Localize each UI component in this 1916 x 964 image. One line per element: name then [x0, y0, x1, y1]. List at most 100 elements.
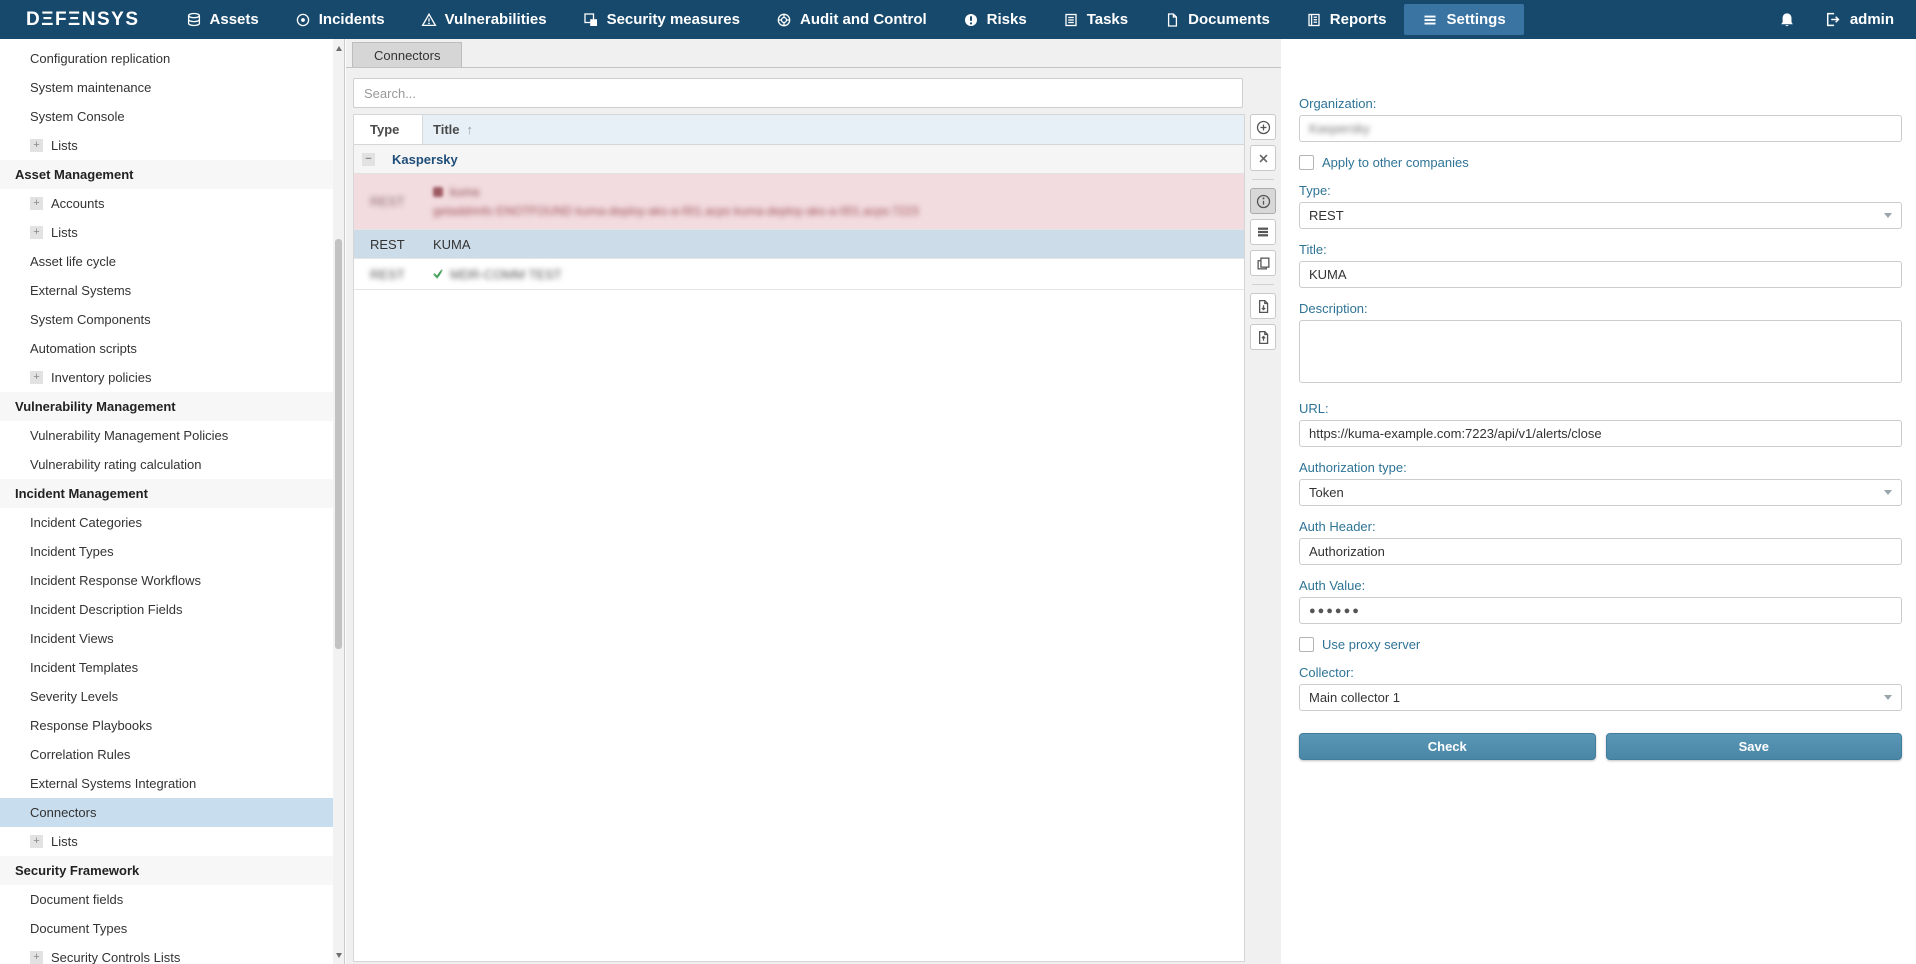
copy-button[interactable]: [1250, 250, 1276, 276]
nav-item-incidents[interactable]: Incidents: [277, 4, 403, 35]
sidebar-item-security-framework: Security Framework: [0, 856, 333, 885]
type-select[interactable]: REST: [1299, 202, 1902, 229]
nav-item-security-measures[interactable]: Security measures: [565, 4, 758, 35]
sidebar-item-label: Incident Views: [30, 631, 114, 646]
add-button[interactable]: [1250, 114, 1276, 140]
auth-value-input[interactable]: [1299, 597, 1902, 624]
sidebar-item-asset-life-cycle[interactable]: Asset life cycle: [0, 247, 333, 276]
sidebar-item-system-console[interactable]: System Console: [0, 102, 333, 131]
collector-select[interactable]: Main collector 1: [1299, 684, 1902, 711]
form-buttons: Check Save: [1299, 733, 1902, 760]
column-header-title[interactable]: Title ↑: [423, 115, 1244, 144]
sidebar-item-incident-description-fields[interactable]: Incident Description Fields: [0, 595, 333, 624]
sidebar-item-lists[interactable]: +Lists: [0, 827, 333, 856]
scrollbar-thumb[interactable]: [335, 239, 342, 649]
use-proxy-label: Use proxy server: [1322, 637, 1420, 652]
expand-plus-icon[interactable]: +: [30, 371, 43, 384]
sidebar-item-connectors[interactable]: Connectors: [0, 798, 333, 827]
sidebar-item-configuration-replication[interactable]: Configuration replication: [0, 44, 333, 73]
nav-item-risks[interactable]: Risks: [945, 4, 1045, 35]
sidebar-item-external-systems-integration[interactable]: External Systems Integration: [0, 769, 333, 798]
scroll-up-icon[interactable]: [333, 41, 344, 55]
connector-row-kuma[interactable]: RESTkumagetaddrinfo ENOTFOUND kuma-deplo…: [354, 174, 1244, 230]
expand-plus-icon[interactable]: +: [30, 951, 43, 964]
sidebar-item-label: Accounts: [51, 196, 104, 211]
description-label: Description:: [1299, 301, 1902, 316]
notifications-bell-icon[interactable]: [1778, 11, 1796, 29]
page-download-icon: [1256, 299, 1271, 314]
checkbox-icon[interactable]: [1299, 155, 1314, 170]
sidebar-item-document-fields[interactable]: Document fields: [0, 885, 333, 914]
sidebar-item-inventory-policies[interactable]: +Inventory policies: [0, 363, 333, 392]
sidebar-item-incident-templates[interactable]: Incident Templates: [0, 653, 333, 682]
expand-plus-icon[interactable]: +: [30, 835, 43, 848]
connector-row-kuma[interactable]: RESTKUMA: [354, 230, 1244, 259]
sidebar-item-security-controls-lists[interactable]: +Security Controls Lists: [0, 943, 333, 964]
auth-header-input[interactable]: [1299, 538, 1902, 565]
scroll-down-icon[interactable]: [333, 948, 344, 962]
group-label: Kaspersky: [392, 152, 458, 167]
sidebar-item-system-maintenance[interactable]: System maintenance: [0, 73, 333, 102]
sidebar-item-label: Asset Management: [15, 167, 133, 182]
check-button[interactable]: Check: [1299, 733, 1596, 760]
nav-item-assets[interactable]: Assets: [168, 4, 277, 35]
chevron-down-icon: [1884, 490, 1892, 495]
nav-item-documents[interactable]: Documents: [1146, 4, 1288, 35]
error-status-icon: [433, 187, 443, 197]
organization-field[interactable]: Kaspersky: [1299, 115, 1902, 142]
sidebar-item-incident-views[interactable]: Incident Views: [0, 624, 333, 653]
connector-row-mdr-comm-test[interactable]: RESTMDR-COMM TEST: [354, 259, 1244, 290]
description-textarea[interactable]: [1299, 320, 1902, 383]
authorization-type-select[interactable]: Token: [1299, 479, 1902, 506]
defensys-logo[interactable]: DΞFΞNSYS: [26, 9, 140, 31]
sidebar-item-incident-types[interactable]: Incident Types: [0, 537, 333, 566]
column-header-type[interactable]: Type: [354, 115, 423, 144]
sidebar-item-lists[interactable]: +Lists: [0, 218, 333, 247]
nav-item-label: Assets: [210, 11, 259, 28]
checkbox-icon[interactable]: [1299, 637, 1314, 652]
sidebar-item-incident-response-workflows[interactable]: Incident Response Workflows: [0, 566, 333, 595]
nav-item-settings[interactable]: Settings: [1404, 4, 1523, 35]
sidebar-item-document-types[interactable]: Document Types: [0, 914, 333, 943]
list-button[interactable]: [1250, 219, 1276, 245]
sidebar-item-incident-categories[interactable]: Incident Categories: [0, 508, 333, 537]
sidebar-item-external-systems[interactable]: External Systems: [0, 276, 333, 305]
url-input[interactable]: [1299, 420, 1902, 447]
sidebar-item-vulnerability-management-policies[interactable]: Vulnerability Management Policies: [0, 421, 333, 450]
delete-button[interactable]: [1250, 145, 1276, 171]
expand-plus-icon[interactable]: +: [30, 139, 43, 152]
sidebar-item-label: Lists: [51, 138, 78, 153]
sidebar-item-accounts[interactable]: + Accounts: [0, 189, 333, 218]
search-input[interactable]: [353, 78, 1243, 108]
sidebar-item-response-playbooks[interactable]: Response Playbooks: [0, 711, 333, 740]
use-proxy-server-checkbox[interactable]: Use proxy server: [1299, 637, 1902, 652]
sidebar-scrollbar[interactable]: [333, 39, 344, 964]
group-row-kaspersky[interactable]: − Kaspersky: [354, 145, 1244, 174]
title-input[interactable]: [1299, 261, 1902, 288]
page-upload-icon: [1256, 330, 1271, 345]
expand-plus-icon[interactable]: +: [30, 197, 43, 210]
sidebar-item-severity-levels[interactable]: Severity Levels: [0, 682, 333, 711]
settings-tree: Configuration replicationSystem maintena…: [0, 39, 333, 964]
sidebar-item-lists[interactable]: + Lists: [0, 131, 333, 160]
assets-icon: [186, 12, 202, 28]
sidebar-item-system-components[interactable]: System Components: [0, 305, 333, 334]
nav-item-vulnerabilities[interactable]: Vulnerabilities: [403, 4, 565, 35]
expand-plus-icon[interactable]: +: [30, 226, 43, 239]
nav-item-reports[interactable]: Reports: [1288, 4, 1405, 35]
nav-item-label: Tasks: [1087, 11, 1128, 28]
sidebar-item-correlation-rules[interactable]: Correlation Rules: [0, 740, 333, 769]
column-type-label: Type: [370, 122, 399, 137]
info-button[interactable]: [1250, 188, 1276, 214]
nav-item-audit-and-control[interactable]: Audit and Control: [758, 4, 945, 35]
sidebar-item-vulnerability-rating-calculation[interactable]: Vulnerability rating calculation: [0, 450, 333, 479]
nav-item-tasks[interactable]: Tasks: [1045, 4, 1146, 35]
save-button[interactable]: Save: [1606, 733, 1903, 760]
import-button[interactable]: [1250, 324, 1276, 350]
export-button[interactable]: [1250, 293, 1276, 319]
tab-connectors[interactable]: Connectors: [352, 42, 462, 67]
apply-to-other-companies-checkbox[interactable]: Apply to other companies: [1299, 155, 1902, 170]
user-menu[interactable]: admin: [1824, 11, 1894, 28]
collapse-minus-icon[interactable]: −: [362, 153, 375, 166]
sidebar-item-automation-scripts[interactable]: Automation scripts: [0, 334, 333, 363]
